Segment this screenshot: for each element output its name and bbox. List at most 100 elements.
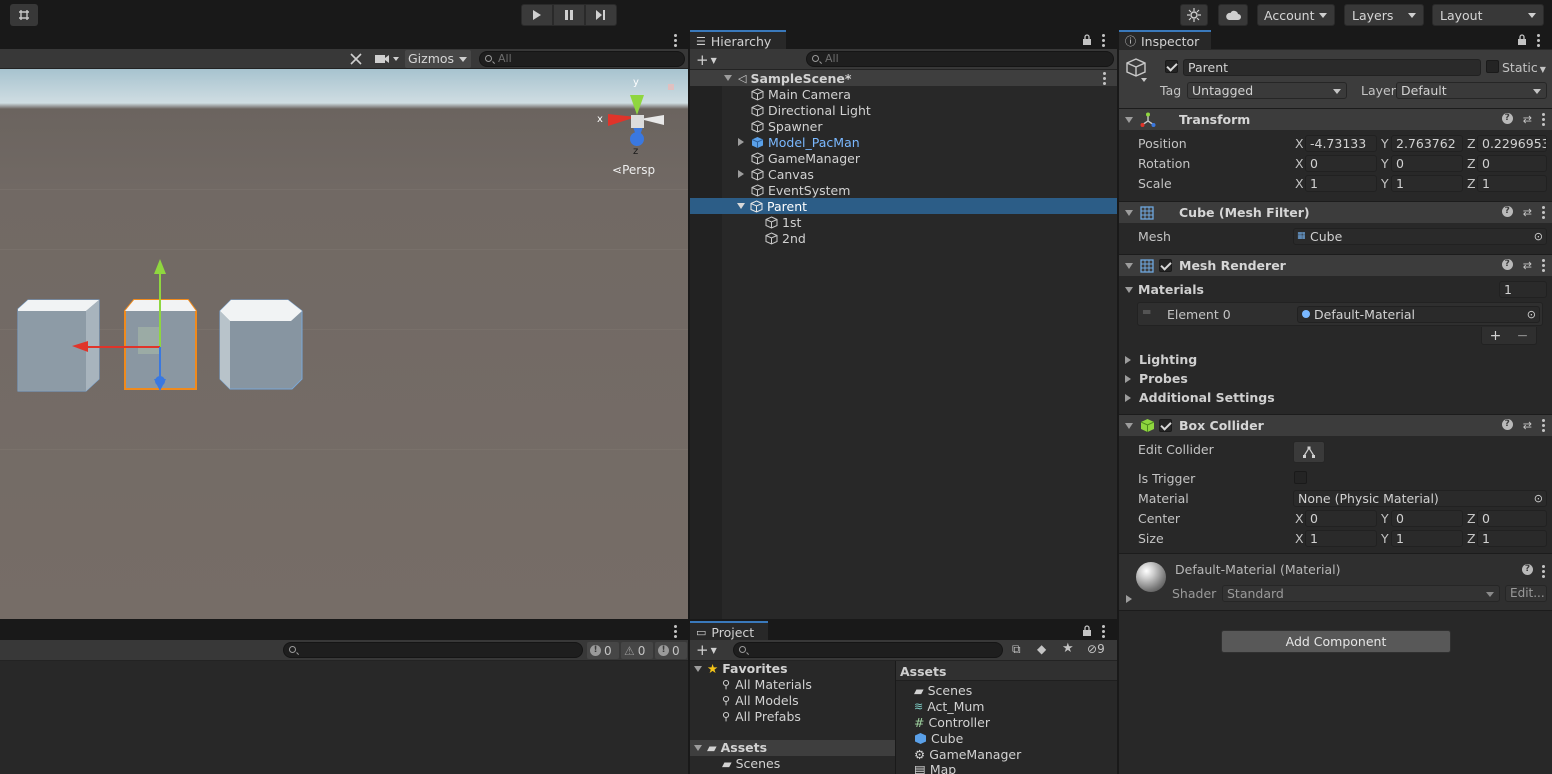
position-x-field[interactable]: -4.73133	[1305, 135, 1377, 152]
filter-type-icon[interactable]: ⧉	[1012, 642, 1021, 657]
hierarchy-item-selected[interactable]: Parent	[737, 198, 807, 214]
size-y-field[interactable]: 1	[1391, 530, 1463, 547]
scene-row-menu-icon[interactable]	[1103, 72, 1107, 87]
step-button[interactable]	[585, 4, 617, 26]
add-component-button[interactable]: Add Component	[1221, 630, 1451, 653]
add-element-icon[interactable]: +	[1490, 328, 1502, 344]
object-picker-icon[interactable]: ⊙	[1527, 307, 1536, 322]
collapse-icon[interactable]	[694, 744, 702, 751]
box-collider-header[interactable]: Box Collider ? ⇄	[1119, 414, 1552, 436]
position-z-field[interactable]: 0.2296953	[1477, 135, 1547, 152]
hierarchy-item[interactable]: Main Camera	[751, 86, 851, 102]
scene-root[interactable]: ◁ SampleScene*	[724, 70, 851, 86]
hierarchy-item[interactable]: EventSystem	[751, 182, 850, 198]
center-z-field[interactable]: 0	[1477, 510, 1547, 527]
hierarchy-search-input[interactable]: All	[806, 51, 1114, 67]
shader-edit-button[interactable]: Edit...	[1505, 585, 1547, 602]
services-icon[interactable]	[1180, 4, 1208, 26]
hierarchy-item[interactable]: Directional Light	[751, 102, 871, 118]
rotation-z-field[interactable]: 0	[1477, 155, 1547, 172]
gizmos-dropdown[interactable]: Gizmos	[405, 50, 471, 68]
collider-material-field[interactable]: None (Physic Material) ⊙	[1293, 490, 1547, 507]
is-trigger-checkbox[interactable]	[1294, 471, 1307, 484]
expand-icon[interactable]	[738, 138, 744, 146]
cloud-icon[interactable]	[1218, 4, 1248, 26]
transform-header[interactable]: Transform ? ⇄	[1119, 108, 1552, 130]
hidden-packages-toggle[interactable]: ⊘9	[1087, 642, 1105, 656]
position-y-field[interactable]: 2.763762	[1391, 135, 1463, 152]
static-dropdown[interactable]: Static ▼	[1502, 60, 1546, 75]
favorite-icon[interactable]: ★	[1062, 641, 1074, 656]
component-menu-icon[interactable]	[1542, 206, 1546, 221]
active-checkbox[interactable]	[1165, 60, 1178, 73]
console-menu-icon[interactable]	[674, 625, 678, 640]
scene-search-input[interactable]: All	[479, 51, 685, 67]
account-dropdown[interactable]: Account	[1257, 4, 1335, 26]
component-menu-icon[interactable]	[1542, 419, 1546, 434]
hierarchy-menu-icon[interactable]	[1102, 34, 1106, 49]
edit-collider-button[interactable]	[1293, 441, 1325, 463]
help-icon[interactable]: ?	[1501, 419, 1513, 430]
help-icon[interactable]: ?	[1501, 259, 1513, 270]
box-collider-enabled-checkbox[interactable]	[1159, 419, 1172, 432]
object-picker-icon[interactable]: ⊙	[1534, 229, 1543, 244]
size-x-field[interactable]: 1	[1305, 530, 1377, 547]
expand-icon[interactable]	[1126, 595, 1132, 603]
preset-icon[interactable]: ⇄	[1523, 113, 1532, 128]
rotation-x-field[interactable]: 0	[1305, 155, 1377, 172]
scale-z-field[interactable]: 1	[1477, 175, 1547, 192]
probes-foldout[interactable]: Probes	[1125, 371, 1188, 386]
object-name-input[interactable]: Parent	[1183, 59, 1481, 76]
asset-item[interactable]: ▰ Scenes	[914, 683, 972, 698]
console-search-input[interactable]	[283, 642, 583, 658]
hierarchy-item[interactable]: 2nd	[765, 230, 806, 246]
collapse-icon[interactable]	[1125, 210, 1133, 216]
warning-toggle[interactable]: ⚠ 0	[621, 642, 653, 659]
component-menu-icon[interactable]	[1542, 113, 1546, 128]
hierarchy-item[interactable]: GameManager	[751, 150, 860, 166]
persp-toggle[interactable]: ⋖Persp	[612, 163, 655, 177]
favorite-item[interactable]: ⚲ All Models	[722, 693, 799, 708]
materials-size-field[interactable]: 1	[1499, 281, 1547, 298]
asset-item[interactable]: ⚙ GameManager	[914, 747, 1021, 762]
tab-project[interactable]: ▭ Project	[690, 621, 768, 641]
collapse-icon[interactable]	[1125, 117, 1133, 123]
preset-icon[interactable]: ⇄	[1523, 259, 1532, 274]
shader-dropdown[interactable]: Standard	[1222, 585, 1500, 602]
layer-dropdown[interactable]: Default	[1396, 82, 1547, 99]
assets-tree-child[interactable]: ▰ Scenes	[722, 756, 780, 771]
hierarchy-item[interactable]: 1st	[765, 214, 801, 230]
asset-item[interactable]: ▤ Map	[914, 762, 956, 774]
asset-item[interactable]: Cube	[914, 731, 963, 746]
help-icon[interactable]: ?	[1501, 206, 1513, 217]
favorites-folder[interactable]: ★ Favorites	[694, 661, 788, 676]
inspector-menu-icon[interactable]	[1537, 34, 1541, 49]
object-picker-icon[interactable]: ⊙	[1534, 491, 1543, 506]
collab-icon[interactable]	[10, 4, 38, 26]
pause-button[interactable]	[553, 4, 585, 26]
lock-icon[interactable]	[1516, 33, 1528, 45]
lock-icon[interactable]	[1081, 624, 1093, 636]
component-menu-icon[interactable]	[1542, 259, 1546, 274]
mesh-object-field[interactable]: ▦ Cube ⊙	[1293, 228, 1547, 245]
hierarchy-item[interactable]: Spawner	[751, 118, 823, 134]
project-menu-icon[interactable]	[1102, 625, 1106, 640]
element-0-field[interactable]: Default-Material ⊙	[1297, 306, 1540, 323]
lock-icon[interactable]	[1081, 33, 1093, 45]
scene-menu-icon[interactable]	[674, 34, 678, 49]
hierarchy-item-prefab[interactable]: Model_PacMan	[738, 134, 860, 150]
tag-dropdown[interactable]: Untagged	[1187, 82, 1347, 99]
favorite-item[interactable]: ⚲ All Prefabs	[722, 709, 801, 724]
size-z-field[interactable]: 1	[1477, 530, 1547, 547]
remove-element-icon[interactable]: −	[1517, 328, 1529, 344]
scene-viewport[interactable]: y x z ⋖Persp	[0, 69, 688, 619]
asset-item[interactable]: ≋ Act_Mum	[914, 699, 984, 714]
tab-hierarchy[interactable]: ☰ Hierarchy	[690, 30, 786, 50]
collapse-icon[interactable]	[1125, 423, 1133, 429]
orientation-gizmo[interactable]	[608, 84, 674, 146]
material-menu-icon[interactable]	[1542, 565, 1546, 580]
collapse-icon[interactable]	[1125, 263, 1133, 269]
play-button[interactable]	[521, 4, 553, 26]
filter-label-icon[interactable]: ◆	[1037, 642, 1046, 656]
asset-item[interactable]: # Controller	[914, 715, 990, 730]
